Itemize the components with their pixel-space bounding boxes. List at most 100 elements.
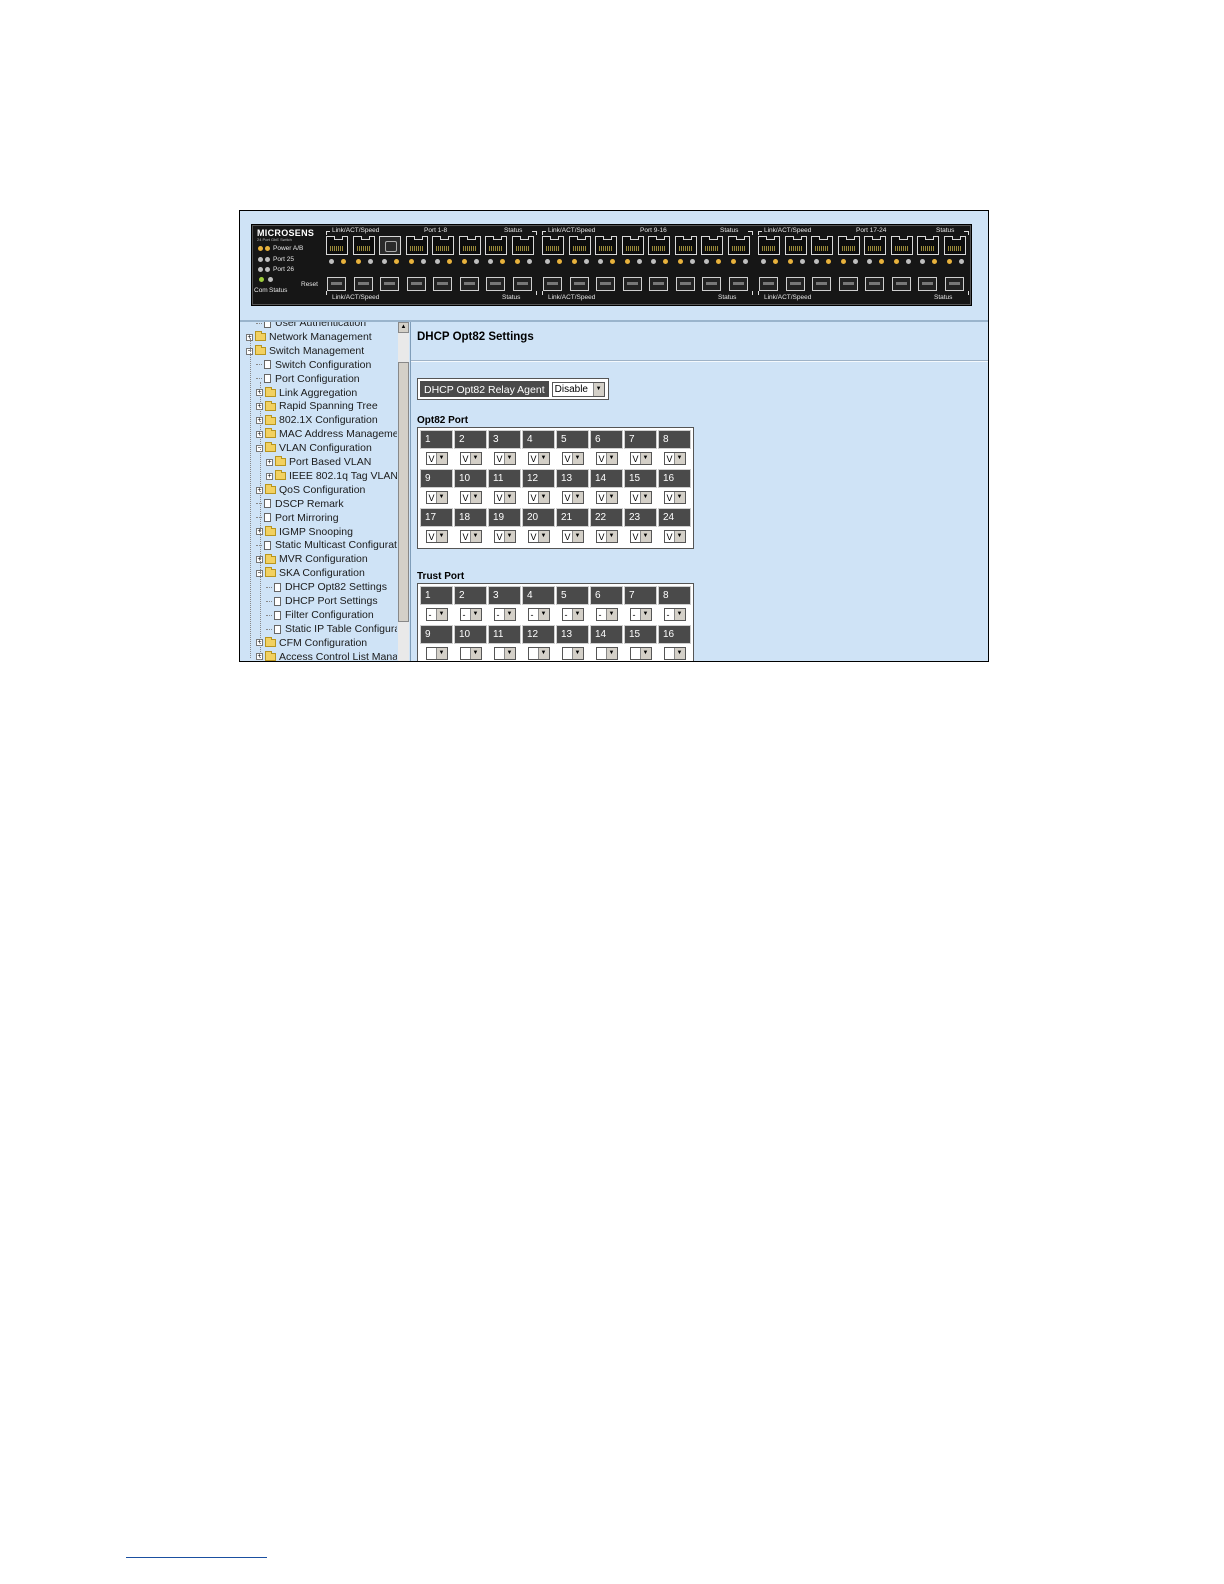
port-led: [840, 259, 846, 264]
scroll-up-icon[interactable]: ▲: [398, 322, 409, 333]
top-status-label: Status: [504, 227, 523, 234]
sidebar-item-dhcp-opt82-settings[interactable]: DHCP Opt82 Settings: [266, 580, 387, 594]
trust-port-14-select[interactable]: ▼: [595, 647, 618, 661]
opt82-port-1-select[interactable]: V ▼: [425, 452, 448, 466]
opt82-port-22-select[interactable]: V ▼: [595, 530, 618, 544]
sidebar-item-dhcp-port-settings[interactable]: DHCP Port Settings: [266, 594, 378, 608]
opt82-port-3-select[interactable]: V ▼: [493, 452, 516, 466]
sidebar-item-access-control-list-manage[interactable]: + Access Control List Manage: [256, 650, 397, 661]
scroll-thumb[interactable]: [398, 362, 409, 622]
top-status-label: Status: [720, 227, 739, 234]
plus-box-icon[interactable]: +: [266, 458, 273, 466]
opt82-port-11-select[interactable]: V ▼: [493, 491, 516, 505]
sidebar-item-label: VLAN Configuration: [279, 442, 372, 455]
opt82-port-17-select[interactable]: V ▼: [425, 530, 448, 544]
trust-port-15-select[interactable]: ▼: [629, 647, 652, 661]
opt82-select-cell: V ▼: [624, 489, 657, 507]
sidebar-item-switch-management[interactable]: − Switch Management: [246, 344, 364, 358]
trust-port-number: 7: [624, 586, 657, 605]
opt82-port-number: 22: [590, 508, 623, 527]
opt82-port-6-select[interactable]: V ▼: [595, 452, 618, 466]
rj45-port: [784, 236, 807, 255]
page-icon: [264, 541, 271, 551]
opt82-port-4-select[interactable]: V ▼: [527, 452, 550, 466]
opt82-port-2-select[interactable]: V ▼: [459, 452, 482, 466]
chevron-down-icon: ▼: [639, 609, 651, 621]
opt82-select-value: V: [564, 454, 571, 465]
rj45-port: [727, 236, 750, 255]
sidebar-item-switch-configuration[interactable]: Switch Configuration: [256, 358, 371, 372]
sidebar-item-ska-configuration[interactable]: − SKA Configuration: [256, 566, 365, 580]
opt82-port-14-select[interactable]: V ▼: [595, 491, 618, 505]
trust-port-number: 14: [590, 625, 623, 644]
trust-port-10-select[interactable]: ▼: [459, 647, 482, 661]
sidebar-item-802-1x-configuration[interactable]: +802.1X Configuration: [256, 413, 378, 427]
trust-port-11-select[interactable]: ▼: [493, 647, 516, 661]
sidebar-item-mac-address-managemen[interactable]: + MAC Address Managemen: [256, 427, 397, 441]
opt82-port-13-select[interactable]: V ▼: [561, 491, 584, 505]
trust-port-4-select[interactable]: - ▼: [527, 608, 550, 622]
sfp-port: [812, 277, 831, 291]
opt82-port-20-select[interactable]: V ▼: [527, 530, 550, 544]
sidebar-item-qos-configuration[interactable]: + QoS Configuration: [256, 483, 365, 497]
opt82-port-19-select[interactable]: V ▼: [493, 530, 516, 544]
trust-port-12-select[interactable]: ▼: [527, 647, 550, 661]
opt82-port-18-select[interactable]: V ▼: [459, 530, 482, 544]
sidebar-item-static-multicast-configuratio[interactable]: Static Multicast Configuratio: [256, 538, 397, 552]
sidebar-item-cfm-configuration[interactable]: + CFM Configuration: [256, 636, 367, 650]
chevron-down-icon: ▼: [503, 453, 515, 465]
trust-port-number: 12: [522, 625, 555, 644]
sidebar-item-filter-configuration[interactable]: Filter Configuration: [266, 608, 374, 622]
trust-select-value: -: [428, 610, 432, 621]
port26-led-1: [258, 267, 263, 272]
opt82-select-cell: V ▼: [454, 450, 487, 468]
trust-port-8-select[interactable]: - ▼: [663, 608, 686, 622]
sidebar-item-link-aggregation[interactable]: + Link Aggregation: [256, 386, 357, 400]
trust-port-6-select[interactable]: - ▼: [595, 608, 618, 622]
sidebar-item-rapid-spanning-tree[interactable]: + Rapid Spanning Tree: [256, 399, 378, 413]
trust-port-9-select[interactable]: ▼: [425, 647, 448, 661]
trust-port-13-select[interactable]: ▼: [561, 647, 584, 661]
opt82-port-24-select[interactable]: V ▼: [663, 530, 686, 544]
opt82-port-21-select[interactable]: V ▼: [561, 530, 584, 544]
sidebar-item-static-ip-table-configurat[interactable]: Static IP Table Configurat: [266, 622, 397, 636]
trust-select-value: -: [666, 610, 670, 621]
sidebar-item-mvr-configuration[interactable]: + MVR Configuration: [256, 552, 368, 566]
opt82-select-cell: V ▼: [624, 450, 657, 468]
trust-port-3-select[interactable]: - ▼: [493, 608, 516, 622]
sidebar-item-port-based-vlan[interactable]: + Port Based VLAN: [266, 455, 371, 469]
opt82-port-23-select[interactable]: V ▼: [629, 530, 652, 544]
sidebar-item-port-configuration[interactable]: Port Configuration: [256, 372, 360, 386]
opt82-port-16-select[interactable]: V ▼: [663, 491, 686, 505]
sidebar-item-ieee-802-1q-tag-vlan[interactable]: + IEEE 802.1q Tag VLAN: [266, 469, 397, 483]
trust-port-number: 2: [454, 586, 487, 605]
port-led: [730, 259, 736, 264]
relay-agent-select[interactable]: Disable ▼: [551, 382, 605, 398]
trust-port-1-select[interactable]: - ▼: [425, 608, 448, 622]
trust-port-5-select[interactable]: - ▼: [561, 608, 584, 622]
sidebar-item-igmp-snooping[interactable]: + IGMP Snooping: [256, 525, 353, 539]
trust-port-2-select[interactable]: - ▼: [459, 608, 482, 622]
opt82-port-15-select[interactable]: V ▼: [629, 491, 652, 505]
trust-port-7-select[interactable]: - ▼: [629, 608, 652, 622]
opt82-port-5-select[interactable]: V ▼: [561, 452, 584, 466]
opt82-port-12-select[interactable]: V ▼: [527, 491, 550, 505]
sidebar-item-network-management[interactable]: + Network Management: [246, 330, 372, 344]
sidebar-item-user-authentication[interactable]: User Authentication: [256, 322, 366, 330]
sidebar-item-vlan-configuration[interactable]: − VLAN Configuration: [256, 441, 372, 455]
trust-select-cell: - ▼: [454, 606, 487, 624]
opt82-port-7-select[interactable]: V ▼: [629, 452, 652, 466]
tree-connector: [250, 338, 251, 658]
menu-tree: User Authentication + Network Management − S…: [240, 322, 397, 661]
folder-icon: [255, 345, 266, 356]
sidebar-scrollbar[interactable]: ▲: [398, 322, 409, 661]
port-led: [624, 259, 630, 264]
trust-select-value: -: [496, 610, 500, 621]
plus-box-icon[interactable]: +: [266, 472, 273, 480]
sidebar-item-dscp-remark[interactable]: DSCP Remark: [256, 497, 344, 511]
opt82-port-9-select[interactable]: V ▼: [425, 491, 448, 505]
opt82-port-8-select[interactable]: V ▼: [663, 452, 686, 466]
opt82-port-10-select[interactable]: V ▼: [459, 491, 482, 505]
trust-port-16-select[interactable]: ▼: [663, 647, 686, 661]
sidebar-item-port-mirroring[interactable]: Port Mirroring: [256, 511, 339, 525]
